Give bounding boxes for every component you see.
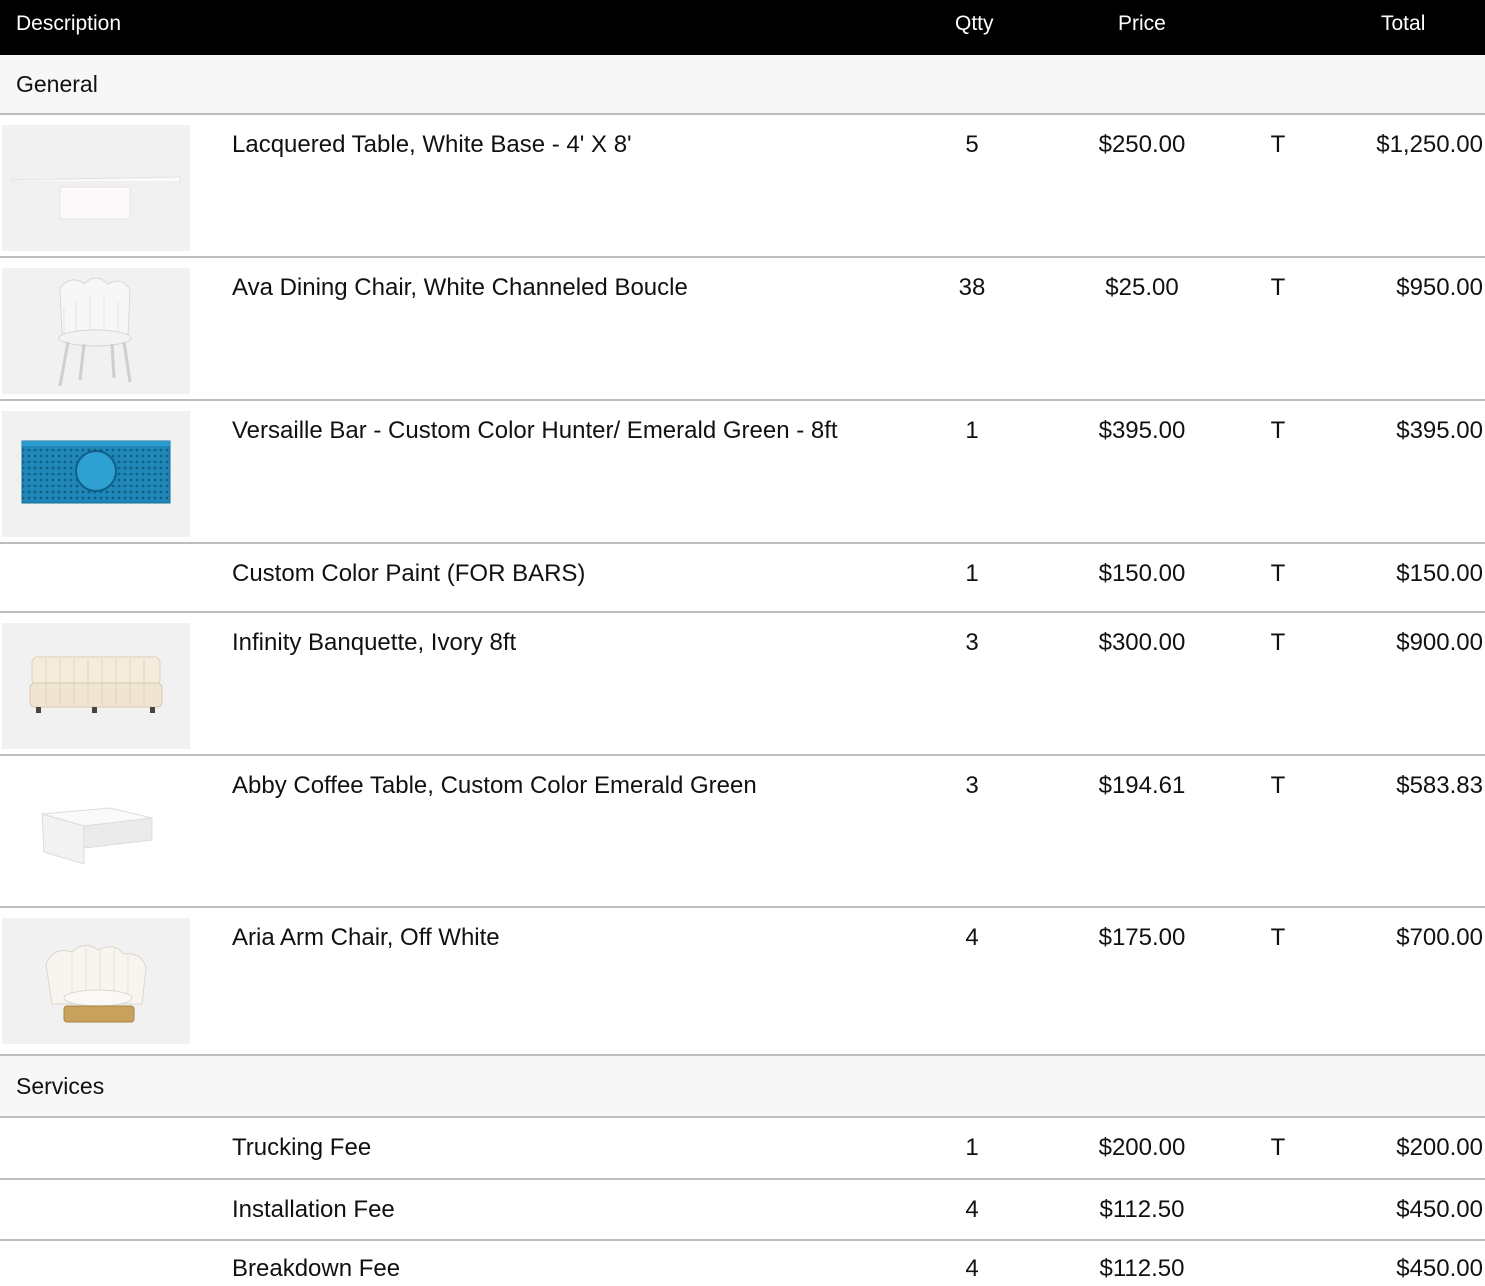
table-row: Breakdown Fee 4 $112.50 $450.00 — [0, 1241, 1485, 1286]
arm-chair-image — [2, 918, 190, 1044]
item-tax-flag: T — [1270, 417, 1286, 444]
table-row: Custom Color Paint (FOR BARS) 1 $150.00 … — [0, 544, 1485, 613]
item-qty: 3 — [965, 629, 979, 656]
section-header-services: Services — [0, 1056, 1485, 1118]
item-description: Installation Fee — [232, 1196, 395, 1223]
item-tax-flag: T — [1270, 560, 1286, 587]
item-tax-flag: T — [1270, 924, 1286, 951]
item-total: $200.00 — [1396, 1134, 1483, 1161]
versaille-bar-image — [2, 411, 190, 537]
item-qty: 1 — [965, 1134, 979, 1161]
item-qty: 38 — [958, 274, 986, 301]
item-price: $150.00 — [1098, 560, 1186, 587]
coffee-table-image — [2, 766, 190, 892]
item-price: $112.50 — [1099, 1196, 1185, 1223]
item-tax-flag: T — [1270, 131, 1286, 158]
table-row: Ava Dining Chair, White Channeled Boucle… — [0, 258, 1485, 401]
table-row: Infinity Banquette, Ivory 8ft 3 $300.00 … — [0, 613, 1485, 756]
item-total: $450.00 — [1396, 1255, 1483, 1282]
item-price: $250.00 — [1098, 131, 1186, 158]
table-row: Versaille Bar - Custom Color Hunter/ Eme… — [0, 401, 1485, 544]
item-description: Abby Coffee Table, Custom Color Emerald … — [232, 772, 757, 799]
header-total: Total — [1381, 12, 1426, 35]
item-total: $900.00 — [1396, 629, 1483, 656]
item-total: $395.00 — [1396, 417, 1483, 444]
item-qty: 1 — [965, 560, 979, 587]
table-row: Trucking Fee 1 $200.00 T $200.00 — [0, 1118, 1485, 1180]
item-price: $194.61 — [1098, 772, 1186, 799]
item-total: $1,250.00 — [1376, 131, 1483, 158]
section-header-general: General — [0, 55, 1485, 115]
item-qty: 3 — [965, 772, 979, 799]
item-total: $450.00 — [1396, 1196, 1483, 1223]
table-header: Description Qtty Price Total — [0, 0, 1485, 55]
item-tax-flag: T — [1270, 772, 1286, 799]
item-qty: 4 — [965, 1196, 979, 1223]
item-total: $700.00 — [1396, 924, 1483, 951]
item-description: Trucking Fee — [232, 1134, 372, 1161]
item-price: $112.50 — [1099, 1255, 1185, 1282]
item-total: $583.83 — [1396, 772, 1483, 799]
table-row: Abby Coffee Table, Custom Color Emerald … — [0, 756, 1485, 908]
item-description: Custom Color Paint (FOR BARS) — [232, 560, 586, 587]
item-total: $150.00 — [1396, 560, 1483, 587]
item-description: Versaille Bar - Custom Color Hunter/ Eme… — [232, 417, 838, 444]
item-tax-flag: T — [1270, 629, 1286, 656]
header-qty: Qtty — [955, 12, 994, 35]
item-price: $25.00 — [1105, 274, 1179, 301]
header-price: Price — [1118, 12, 1166, 35]
item-price: $175.00 — [1098, 924, 1186, 951]
item-qty: 4 — [965, 924, 979, 951]
item-description: Infinity Banquette, Ivory 8ft — [232, 629, 517, 656]
item-description: Ava Dining Chair, White Channeled Boucle — [232, 274, 688, 301]
table-row: Lacquered Table, White Base - 4' X 8' 5 … — [0, 115, 1485, 258]
item-description: Lacquered Table, White Base - 4' X 8' — [232, 131, 632, 158]
item-description: Breakdown Fee — [232, 1255, 401, 1282]
item-price: $395.00 — [1098, 417, 1186, 444]
table-row: Installation Fee 4 $112.50 $450.00 — [0, 1180, 1485, 1241]
dining-chair-image — [2, 268, 190, 394]
header-description: Description — [16, 12, 122, 35]
lacquered-table-image — [2, 125, 190, 251]
item-price: $200.00 — [1098, 1134, 1186, 1161]
item-price: $300.00 — [1098, 629, 1186, 656]
item-qty: 5 — [965, 131, 979, 158]
item-total: $950.00 — [1396, 274, 1483, 301]
item-qty: 1 — [965, 417, 979, 444]
item-description: Aria Arm Chair, Off White — [232, 924, 500, 951]
item-tax-flag: T — [1270, 1134, 1286, 1161]
table-row: Aria Arm Chair, Off White 4 $175.00 T $7… — [0, 908, 1485, 1056]
banquette-image — [2, 623, 190, 749]
item-qty: 4 — [965, 1255, 979, 1282]
item-tax-flag: T — [1270, 274, 1286, 301]
